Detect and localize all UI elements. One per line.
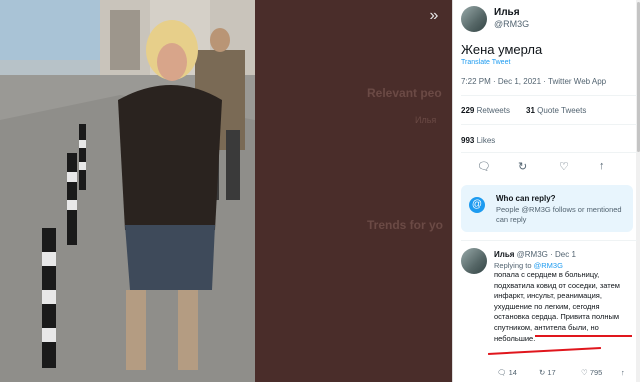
reply-share-icon[interactable]: ↑ xyxy=(621,368,625,377)
reply-count: 14 xyxy=(508,368,517,377)
replying-to-handle[interactable]: @RM3G xyxy=(534,261,563,270)
retweets-stat[interactable]: 229 Retweets xyxy=(461,106,510,115)
divider xyxy=(461,124,637,125)
quotes-stat[interactable]: 31 Quote Tweets xyxy=(526,106,586,115)
tweet-detail-panel: Илья @RM3G Жена умерла Translate Tweet 7… xyxy=(452,0,640,382)
reply-date[interactable]: · Dec 1 xyxy=(550,250,576,259)
scrollbar[interactable] xyxy=(636,0,640,382)
who-can-reply-title: Who can reply? xyxy=(496,194,556,203)
reply-author-handle[interactable]: @RM3G xyxy=(517,250,548,259)
translate-tweet-link[interactable]: Translate Tweet xyxy=(461,59,510,66)
share-icon[interactable]: ↑ xyxy=(599,160,605,172)
red-underline xyxy=(535,335,632,337)
divider xyxy=(461,240,637,241)
divider xyxy=(461,152,637,153)
retweet-icon[interactable]: ↻ xyxy=(518,160,527,173)
reply-icon[interactable]: 🗨 xyxy=(477,160,491,173)
red-underline xyxy=(488,347,601,355)
bg-text-1: Илья xyxy=(415,115,437,125)
bg-relevant-people: Relevant peo xyxy=(367,86,442,100)
retweet-count: 17 xyxy=(547,368,556,377)
reply-avatar[interactable] xyxy=(461,248,487,274)
reply-header: Илья @RM3G · Dec 1 xyxy=(494,250,576,259)
bg-trends: Trends for yo xyxy=(367,218,444,232)
replying-to-prefix: Replying to xyxy=(494,261,532,270)
avatar[interactable] xyxy=(461,6,487,32)
reply-like-count[interactable]: ♡ 795 xyxy=(581,368,602,377)
retweets-count: 229 xyxy=(461,106,475,115)
author-name[interactable]: Илья xyxy=(494,7,520,18)
like-count: 795 xyxy=(589,368,603,377)
reply-text: попала с сердцем в больницу, подхватила … xyxy=(494,270,629,344)
dimmed-background: Relevant peo Илья Trends for yo xyxy=(255,0,452,382)
retweets-label: Retweets xyxy=(476,106,510,115)
heart-icon[interactable]: ♡ xyxy=(559,160,569,173)
reply-author-name[interactable]: Илья xyxy=(494,250,514,259)
reply-retweet-count[interactable]: ↻ 17 xyxy=(539,368,556,377)
double-chevron-right-icon[interactable]: » xyxy=(424,6,444,26)
quotes-label: Quote Tweets xyxy=(537,106,587,115)
who-can-reply-card: @ Who can reply? People @RM3G follows or… xyxy=(461,185,633,232)
tweet-photo[interactable] xyxy=(0,0,255,382)
likes-count: 993 xyxy=(461,136,475,145)
likes-label: Likes xyxy=(476,136,496,145)
tweet-text: Жена умерла xyxy=(461,42,543,57)
replying-to: Replying to @RM3G xyxy=(494,261,563,270)
likes-stat[interactable]: 993 Likes xyxy=(461,136,495,145)
reply-reply-count[interactable]: 🗨 14 xyxy=(497,368,517,377)
who-can-reply-body: People @RM3G follows or mentioned can re… xyxy=(496,205,622,224)
mention-icon: @ xyxy=(469,197,485,213)
author-handle[interactable]: @RM3G xyxy=(494,19,529,29)
quotes-count: 31 xyxy=(526,106,535,115)
divider xyxy=(461,95,637,96)
photo-illustration xyxy=(0,0,255,382)
tweet-meta: 7:22 PM · Dec 1, 2021 · Twitter Web App xyxy=(461,77,607,86)
